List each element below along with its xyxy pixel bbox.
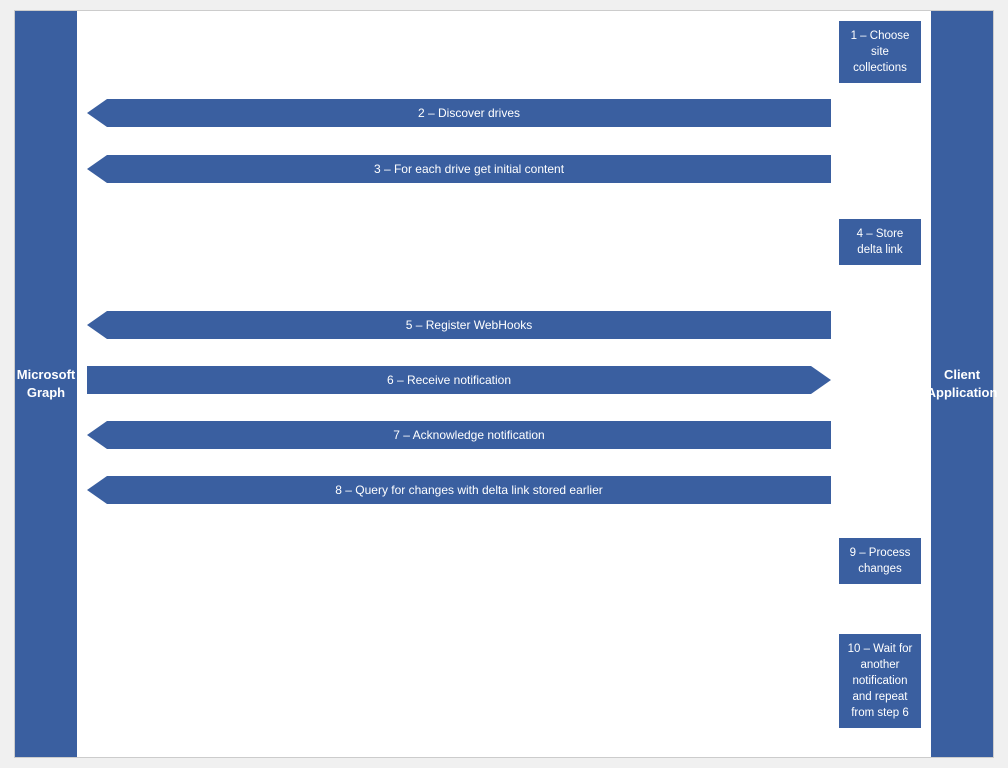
right-column: ClientApplication [931, 11, 993, 757]
step2-arrow: 2 – Discover drives [87, 99, 831, 127]
step8-label: 8 – Query for changes with delta link st… [335, 483, 602, 497]
step7-label: 7 – Acknowledge notification [393, 428, 544, 442]
step9-box: 9 – Process changes [839, 538, 921, 584]
step10-box: 10 – Wait for another notification and r… [839, 634, 921, 728]
step6-label: 6 – Receive notification [387, 373, 511, 387]
step2-label: 2 – Discover drives [418, 106, 520, 120]
step4-box: 4 – Store delta link [839, 219, 921, 265]
step5-arrow: 5 – Register WebHooks [87, 311, 831, 339]
step5-label: 5 – Register WebHooks [406, 318, 533, 332]
step6-arrow: 6 – Receive notification [87, 366, 831, 394]
right-label: ClientApplication [927, 366, 998, 402]
step8-arrow: 8 – Query for changes with delta link st… [87, 476, 831, 504]
main-area: 1 – Choose site collections 2 – Discover… [77, 11, 931, 757]
step3-arrow: 3 – For each drive get initial content [87, 155, 831, 183]
step1-box: 1 – Choose site collections [839, 21, 921, 83]
step7-arrow: 7 – Acknowledge notification [87, 421, 831, 449]
left-column: MicrosoftGraph [15, 11, 77, 757]
diagram-container: MicrosoftGraph ClientApplication 1 – Cho… [14, 10, 994, 758]
left-label: MicrosoftGraph [17, 366, 76, 402]
step3-label: 3 – For each drive get initial content [374, 162, 564, 176]
